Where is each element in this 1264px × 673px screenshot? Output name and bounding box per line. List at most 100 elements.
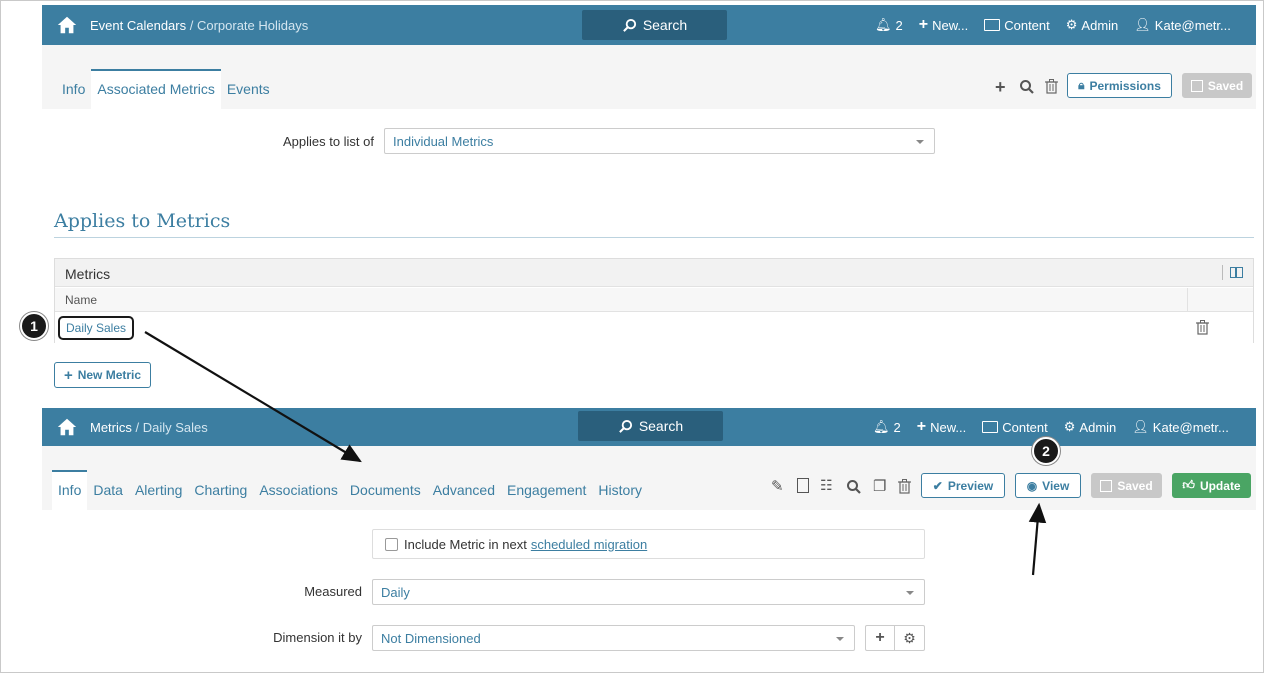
content-menu[interactable]: Content: [984, 18, 1050, 33]
content-menu[interactable]: Content: [982, 420, 1048, 435]
gear-icon: ⚙: [1065, 17, 1078, 32]
plus-icon: +: [918, 16, 929, 33]
tab-alerting[interactable]: Alerting: [129, 482, 188, 510]
trash-icon[interactable]: [898, 479, 911, 494]
admin-menu[interactable]: ⚙ Admin: [1064, 419, 1117, 435]
columns-icon[interactable]: [1230, 267, 1243, 278]
permissions-button[interactable]: 🔒︎ Permissions: [1067, 73, 1172, 98]
step-marker-1: 1: [20, 312, 48, 340]
add-icon[interactable]: +: [995, 77, 1006, 98]
trash-icon[interactable]: [1196, 320, 1209, 335]
section-title: Applies to Metrics: [54, 210, 231, 232]
notifications-count: 2: [893, 419, 901, 435]
document-icon[interactable]: [797, 478, 809, 493]
new-label: New...: [930, 419, 967, 435]
metric-breadcrumb: Metrics / Daily Sales: [90, 419, 208, 435]
measured-value: Daily: [381, 584, 410, 600]
new-metric-button[interactable]: + New Metric: [54, 362, 151, 388]
floppy-icon: [1190, 79, 1203, 92]
tab-associated-metrics[interactable]: Associated Metrics: [91, 69, 221, 109]
search-icon[interactable]: [1019, 79, 1035, 95]
home-icon[interactable]: [56, 416, 78, 438]
preview-label: Preview: [947, 478, 994, 493]
migration-box: Include Metric in next scheduled migrati…: [372, 529, 925, 559]
daily-sales-link[interactable]: Daily Sales: [58, 316, 135, 340]
breadcrumb-main[interactable]: Event Calendars: [90, 18, 186, 33]
metrics-table: Metrics Name Daily Sales: [54, 258, 1254, 343]
dimension-settings-button[interactable]: ⚙: [895, 626, 924, 650]
tab-engagement[interactable]: Engagement: [501, 482, 592, 510]
tab-events[interactable]: Events: [221, 81, 276, 109]
column-header-name[interactable]: Name: [65, 293, 97, 307]
migration-checkbox[interactable]: [385, 537, 398, 551]
trash-icon[interactable]: [1045, 79, 1058, 94]
search-button[interactable]: Search: [578, 411, 723, 441]
tab-documents[interactable]: Documents: [344, 482, 427, 510]
measured-select[interactable]: Daily: [372, 579, 925, 605]
preview-button[interactable]: ✔ Preview: [921, 473, 1005, 498]
copy-icon[interactable]: ❐: [873, 477, 886, 495]
applies-value: Individual Metrics: [393, 133, 494, 149]
check-icon: ✔: [932, 478, 943, 493]
saved-button[interactable]: Saved: [1091, 473, 1162, 498]
admin-menu[interactable]: ⚙ Admin: [1066, 17, 1119, 33]
table-row: Daily Sales: [55, 313, 1253, 343]
view-button[interactable]: ◉ View: [1015, 473, 1081, 498]
top-right-menu: 🔔︎ 2 + New... Content ⚙ Admin 👤︎ Kate@metr..…: [875, 5, 1231, 45]
bell-icon: 🔔︎: [873, 419, 890, 434]
bell-icon: 🔔︎: [875, 17, 892, 32]
plus-icon: +: [916, 418, 927, 435]
tab-data[interactable]: Data: [87, 482, 129, 510]
breadcrumb-current: Daily Sales: [142, 419, 208, 435]
content-label: Content: [1004, 17, 1050, 33]
breadcrumb-current: Corporate Holidays: [196, 17, 309, 33]
dimension-select[interactable]: Not Dimensioned: [372, 625, 855, 651]
admin-label: Admin: [1081, 17, 1119, 33]
step-marker-2: 2: [1032, 437, 1060, 465]
columns-divider: [1222, 265, 1223, 280]
measured-label: Measured: [304, 584, 362, 599]
user-menu[interactable]: 👤︎ Kate@metr...: [1134, 17, 1231, 33]
eye-icon: ◉: [1026, 478, 1038, 493]
section-divider: [54, 237, 1254, 238]
hierarchy-icon[interactable]: ☷: [820, 477, 833, 494]
breadcrumb-main[interactable]: Metrics: [90, 420, 132, 435]
dimension-actions: + ⚙: [865, 625, 925, 651]
tab-associations[interactable]: Associations: [253, 482, 344, 510]
home-icon[interactable]: [56, 14, 78, 36]
tab-info[interactable]: Info: [52, 470, 88, 510]
user-icon: 👤︎: [1132, 419, 1149, 434]
gear-icon: ⚙: [1063, 419, 1076, 434]
user-label: Kate@metr...: [1154, 17, 1231, 33]
thumbs-up-icon: 👍︎: [1182, 478, 1195, 492]
search-label: Search: [642, 17, 688, 33]
new-menu[interactable]: + New...: [919, 16, 968, 34]
breadcrumb: Event Calendars / Corporate Holidays: [90, 17, 309, 33]
search-icon[interactable]: [846, 479, 862, 495]
saved-button[interactable]: Saved: [1182, 73, 1252, 98]
migration-text: Include Metric in next: [404, 536, 527, 552]
chevron-down-icon: [906, 591, 914, 595]
chevron-down-icon: [836, 637, 844, 641]
tab-info[interactable]: Info: [56, 81, 91, 109]
search-icon: [622, 18, 636, 32]
notifications-button[interactable]: 🔔︎ 2: [875, 17, 903, 33]
new-menu[interactable]: + New...: [917, 418, 966, 436]
dimension-label: Dimension it by: [273, 630, 362, 645]
search-button[interactable]: Search: [582, 10, 727, 40]
lock-icon: 🔒︎: [1078, 78, 1085, 92]
admin-label: Admin: [1079, 419, 1117, 435]
update-button[interactable]: 👍︎ Update: [1172, 473, 1251, 498]
view-label: View: [1042, 478, 1070, 493]
tab-history[interactable]: History: [592, 482, 648, 510]
applies-label: Applies to list of: [282, 134, 374, 149]
notifications-button[interactable]: 🔔︎ 2: [873, 419, 901, 435]
user-menu[interactable]: 👤︎ Kate@metr...: [1132, 419, 1229, 435]
applies-select[interactable]: Individual Metrics: [384, 128, 935, 154]
tab-charting[interactable]: Charting: [188, 482, 253, 510]
scheduled-migration-link[interactable]: scheduled migration: [531, 537, 647, 552]
add-dimension-button[interactable]: +: [866, 626, 896, 650]
saved-label: Saved: [1117, 478, 1153, 493]
tab-advanced[interactable]: Advanced: [427, 482, 501, 510]
edit-icon[interactable]: ✎: [771, 477, 784, 495]
